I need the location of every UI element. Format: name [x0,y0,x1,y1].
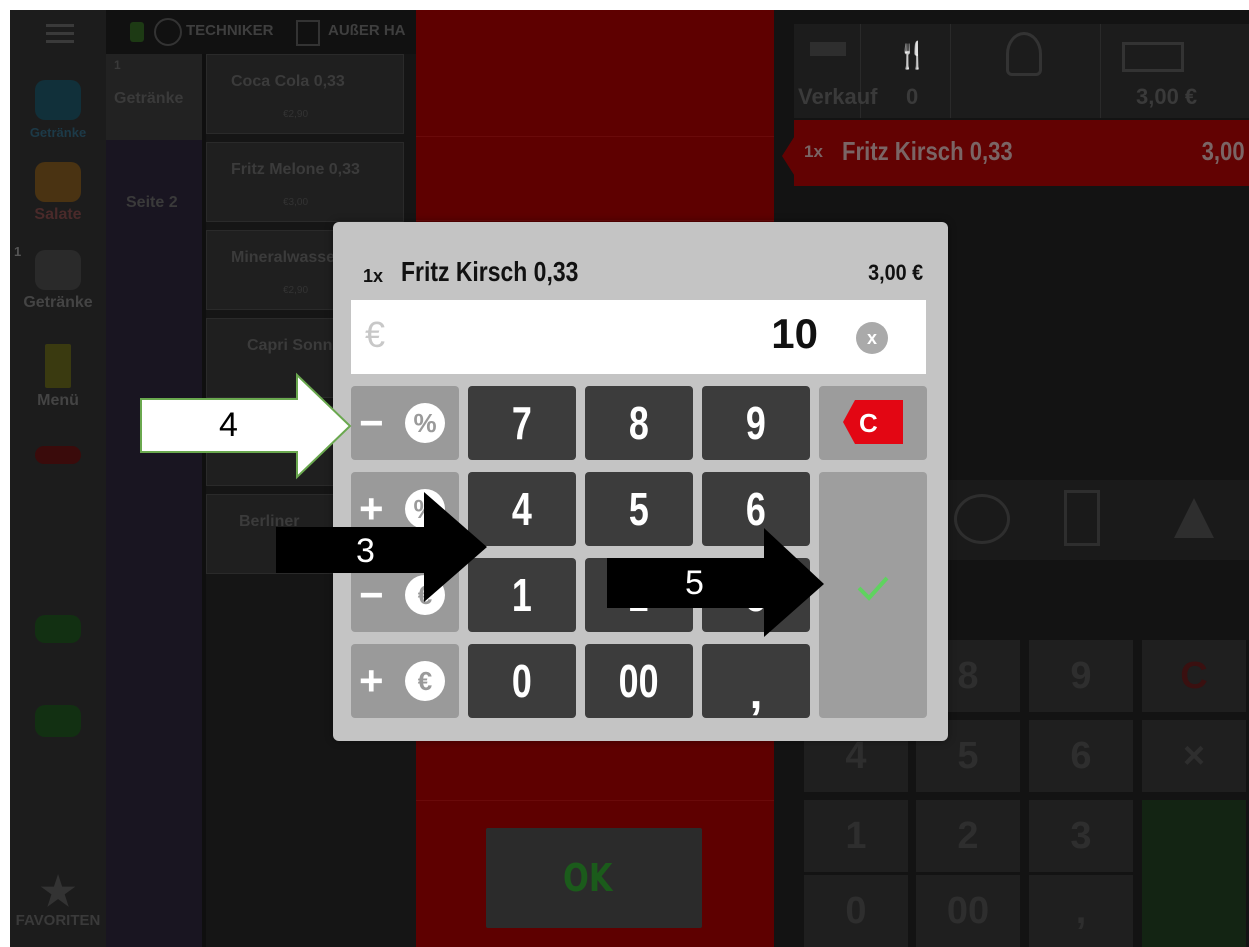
annotation-label-4: 4 [219,406,238,444]
annotation-arrow-5 [607,528,824,637]
annotation-overlay [140,372,824,637]
annotation-label-3: 3 [356,532,375,570]
annotation-arrow-4 [140,372,352,480]
annotation-arrow-3 [276,492,487,602]
annotation-label-5: 5 [685,564,704,602]
